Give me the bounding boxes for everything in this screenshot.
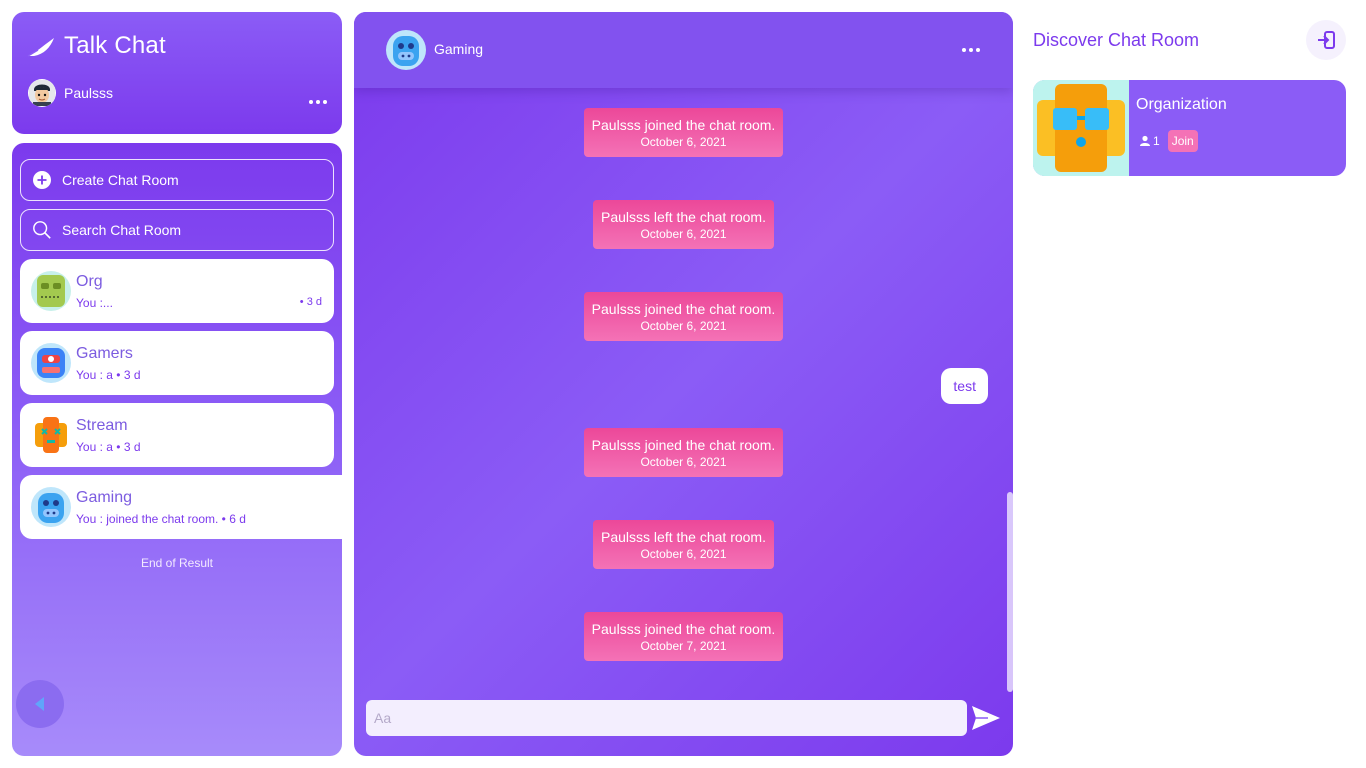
brand: Talk Chat [26,32,166,60]
room-last-message: You :... [76,296,113,310]
room-last-message: You : joined the chat room. • 6 d [76,512,246,526]
user-avatar-icon [29,80,55,106]
room-name: Org [76,273,103,290]
user-name: Paulsss [64,85,114,101]
system-message: Paulsss left the chat room. October 6, 2… [354,520,1013,569]
search-icon [32,220,52,240]
dot-icon [323,100,327,104]
discover-room-name: Organization [1136,96,1227,113]
chat-panel: Gaming Paulsss joined the chat room. Oct… [354,12,1013,756]
room-item-gamers[interactable]: Gamers You : a • 3 d [20,331,334,395]
user-menu-button[interactable] [306,92,330,112]
room-name: Gamers [76,345,133,362]
system-message-date: October 7, 2021 [640,639,727,653]
triangle-left-icon [35,697,44,711]
chat-scrollbar[interactable] [1007,492,1013,692]
robot-avatar-icon [386,30,426,70]
room-avatar [31,487,71,527]
system-message-bubble: Paulsss left the chat room. October 6, 2… [593,200,774,249]
join-button[interactable]: Join [1167,130,1198,152]
system-message: Paulsss joined the chat room. October 7,… [354,612,1013,661]
avatar [386,30,426,70]
plus-circle-icon [32,170,52,190]
robot-avatar-icon [31,343,71,383]
dot-icon [976,48,980,52]
message-input[interactable] [366,700,967,736]
current-user: Paulsss [28,79,113,107]
room-item-stream[interactable]: Stream You : a • 3 d [20,403,334,467]
system-message-bubble: Paulsss joined the chat room. October 6,… [583,292,784,341]
system-message-text: Paulsss left the chat room. [601,529,766,545]
dot-icon [962,48,966,52]
discover-room-meta: 1 Join [1139,130,1198,152]
user-icon [1140,135,1150,146]
sign-in-icon [1318,31,1335,49]
system-message: Paulsss joined the chat room. October 6,… [354,428,1013,477]
chat-header: Gaming [354,12,1013,88]
own-message-bubble: test [941,368,988,404]
logout-button[interactable] [1306,20,1346,60]
system-message-bubble: Paulsss joined the chat room. October 6,… [583,108,784,157]
room-item-org[interactable]: Org You :... • 3 d [20,259,334,323]
robot-avatar-icon [31,487,71,527]
system-message: Paulsss joined the chat room. October 6,… [354,108,1013,157]
dot-icon [316,100,320,104]
system-message-text: Paulsss joined the chat room. [591,621,776,637]
feather-logo-icon [27,38,54,57]
member-count: 1 [1153,134,1160,148]
chat-room-title: Gaming [434,41,484,57]
system-message-text: Paulsss left the chat room. [601,209,766,225]
rooms-sidebar: Create Chat Room Search Chat Room Org Yo… [12,143,342,756]
create-chat-room-button[interactable]: Create Chat Room [20,159,334,201]
collapse-sidebar-button[interactable] [16,680,64,728]
system-message-text: Paulsss joined the chat room. [591,117,776,133]
dot-icon [309,100,313,104]
system-message-date: October 6, 2021 [640,547,727,561]
send-icon [972,706,1000,730]
system-message-date: October 6, 2021 [640,227,727,241]
create-chat-room-label: Create Chat Room [62,172,179,188]
system-message-date: October 6, 2021 [640,135,727,149]
room-avatar [31,415,71,455]
system-message: Paulsss joined the chat room. October 6,… [354,292,1013,341]
system-message-bubble: Paulsss left the chat room. October 6, 2… [593,520,774,569]
monster-avatar-icon [31,271,71,311]
system-message: Paulsss left the chat room. October 6, 2… [354,200,1013,249]
system-message-text: Paulsss joined the chat room. [591,437,776,453]
system-message-bubble: Paulsss joined the chat room. October 6,… [583,428,784,477]
send-button[interactable] [970,702,1002,734]
system-message-date: October 6, 2021 [640,319,727,333]
room-time: • 3 d [299,296,322,308]
discover-title: Discover Chat Room [1033,30,1200,50]
room-avatar [31,271,71,311]
room-name: Stream [76,417,128,434]
dot-icon [969,48,973,52]
room-avatar [31,343,71,383]
room-last-message: You : a • 3 d [76,440,141,454]
room-item-gaming[interactable]: Gaming You : joined the chat room. • 6 d [20,475,342,539]
avatar [28,79,56,107]
search-chat-room-button[interactable]: Search Chat Room [20,209,334,251]
discover-room-thumbnail [1033,80,1129,176]
system-message-date: October 6, 2021 [640,455,727,469]
search-chat-room-label: Search Chat Room [62,222,182,238]
system-message-bubble: Paulsss joined the chat room. October 7,… [583,612,784,661]
robot-avatar-icon [31,415,71,455]
system-message-text: Paulsss joined the chat room. [591,301,776,317]
app-title: Talk Chat [64,32,166,59]
room-last-message: You : a • 3 d [76,368,141,382]
room-name: Gaming [76,489,133,506]
app-header: Talk Chat Paulsss [12,12,342,134]
robot-avatar-icon [1033,80,1129,176]
discover-room-card[interactable]: Organization 1 Join [1033,80,1346,176]
chat-menu-button[interactable] [959,40,983,60]
end-of-result-text: End of Result [140,556,214,570]
